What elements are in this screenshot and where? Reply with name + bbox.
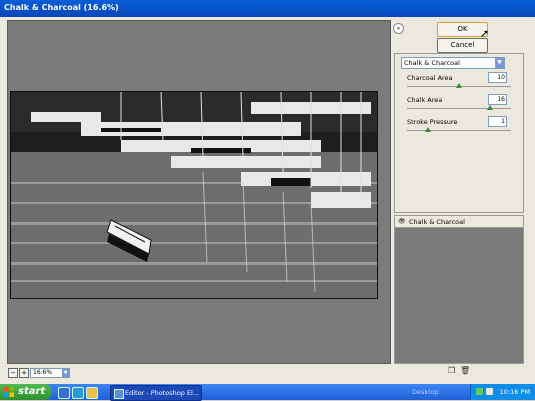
preview-area[interactable]: [7, 20, 391, 364]
charcoal-area-input[interactable]: 10: [488, 72, 507, 83]
param-charcoal-area: Charcoal Area 10: [407, 72, 515, 94]
chevron-down-icon[interactable]: ▼: [495, 58, 504, 68]
title-bar: Chalk & Charcoal (16.6%): [0, 0, 535, 17]
stroke-pressure-slider-thumb[interactable]: [424, 127, 431, 132]
zoom-out-button[interactable]: −: [8, 368, 18, 378]
browser-icon[interactable]: [58, 387, 70, 399]
network-icon[interactable]: [476, 388, 483, 395]
desktop-toolbar-label[interactable]: Desktop: [412, 384, 439, 400]
clock: 10:16 PM: [499, 388, 530, 396]
filter-dialog: » OK Cancel ➚ Chalk & Charcoal ▼ Charcoa…: [0, 17, 535, 384]
param-chalk-area: Chalk Area 16: [407, 94, 515, 116]
slider-track[interactable]: [407, 130, 511, 131]
start-label: start: [18, 386, 46, 397]
cancel-button[interactable]: Cancel: [437, 38, 488, 53]
param-label: Chalk Area: [407, 96, 443, 104]
trash-icon[interactable]: 🗑: [460, 366, 470, 375]
taskbar-app-button[interactable]: Editor - Photoshop El...: [110, 385, 202, 401]
stroke-pressure-input[interactable]: 1: [488, 116, 507, 127]
zoom-level-value: 16.6%: [33, 369, 53, 376]
internet-explorer-icon[interactable]: [72, 387, 84, 399]
start-button[interactable]: start: [0, 384, 52, 400]
harbor-photo: [11, 92, 377, 298]
collapse-toggle-icon[interactable]: »: [393, 23, 404, 34]
filter-dropdown[interactable]: Chalk & Charcoal ▼: [401, 57, 505, 69]
taskbar: start Editor - Photoshop El... Desktop 1…: [0, 384, 535, 401]
preview-image[interactable]: [10, 91, 378, 299]
eye-icon[interactable]: 👁: [398, 218, 406, 225]
layer-name: Chalk & Charcoal: [409, 218, 465, 226]
zoom-level-dropdown[interactable]: 16.6% ▼: [30, 368, 70, 378]
effect-layers-panel: 👁 Chalk & Charcoal: [394, 215, 524, 364]
volume-icon[interactable]: [486, 388, 493, 395]
media-player-icon[interactable]: [86, 387, 98, 399]
taskbar-app-label: Editor - Photoshop El...: [125, 389, 200, 397]
filter-dropdown-value: Chalk & Charcoal: [404, 59, 460, 67]
system-tray: 10:16 PM: [470, 384, 535, 400]
param-stroke-pressure: Stroke Pressure 1: [407, 116, 515, 138]
filter-settings-panel: Chalk & Charcoal ▼ Charcoal Area 10 Chal…: [394, 53, 524, 213]
param-label: Charcoal Area: [407, 74, 453, 82]
photoshop-elements-icon: [114, 389, 124, 399]
effect-layer-item[interactable]: 👁 Chalk & Charcoal: [395, 216, 523, 228]
param-label: Stroke Pressure: [407, 118, 458, 126]
zoom-in-button[interactable]: +: [19, 368, 29, 378]
chalk-area-input[interactable]: 16: [488, 94, 507, 105]
chalk-area-slider-thumb[interactable]: [487, 105, 494, 110]
new-effect-layer-icon[interactable]: ❐: [448, 366, 457, 375]
slider-track[interactable]: [407, 108, 511, 109]
chevron-down-icon[interactable]: ▼: [62, 369, 69, 377]
windows-logo-icon: [4, 387, 14, 397]
mouse-cursor-icon: ➚: [480, 27, 490, 40]
charcoal-area-slider-thumb[interactable]: [456, 83, 462, 88]
window-title: Chalk & Charcoal (16.6%): [4, 3, 119, 12]
